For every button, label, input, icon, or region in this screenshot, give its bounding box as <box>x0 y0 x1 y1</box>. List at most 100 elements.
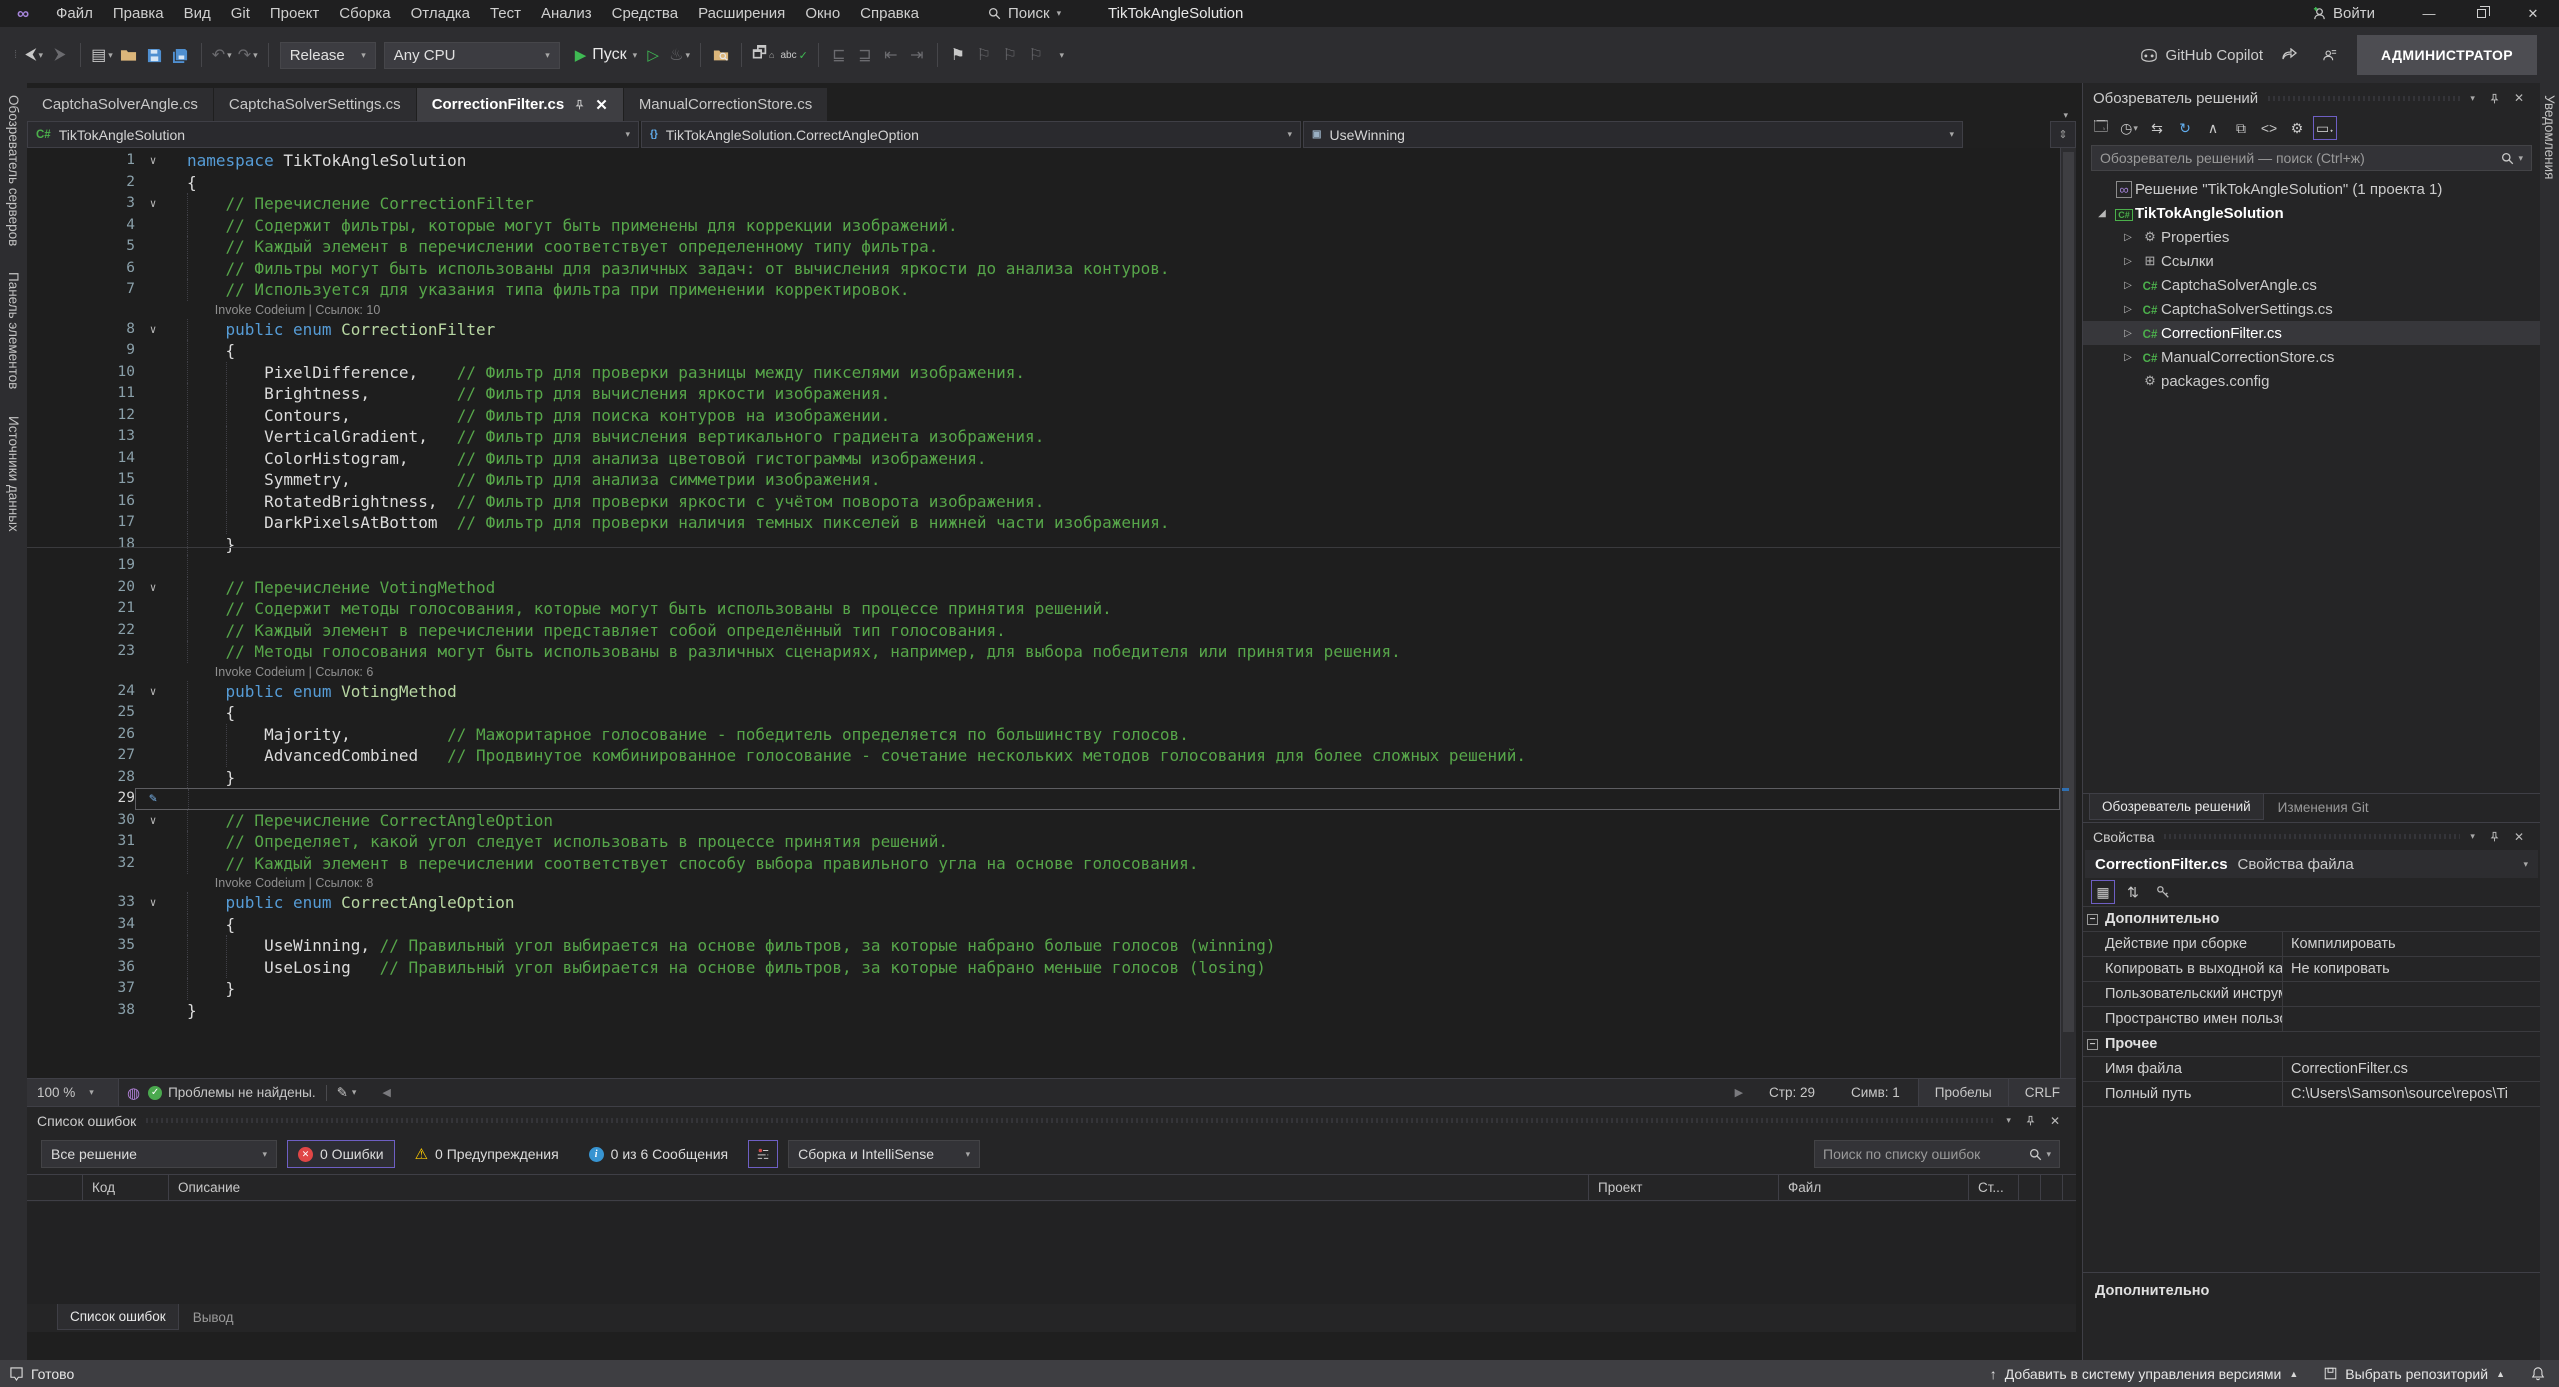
tree-expander[interactable]: ◢ <box>2091 208 2113 219</box>
decrease-indent-button[interactable]: ⇤ <box>878 38 904 72</box>
code-line-3[interactable]: 3∨// Перечисление CorrectionFilter <box>27 193 2060 215</box>
tree-item-CaptchaSolverSettings.cs[interactable]: ▷C#CaptchaSolverSettings.cs <box>2083 297 2540 321</box>
error-table-body[interactable] <box>27 1202 2076 1304</box>
restore-button[interactable] <box>2455 0 2507 27</box>
document-tab-CaptchaSolverSettings.cs[interactable]: CaptchaSolverSettings.cs <box>214 88 416 121</box>
code-line-35[interactable]: 35UseWinning, // Правильный угол выбирае… <box>27 935 2060 957</box>
property-category-Прочее[interactable]: −Прочее <box>2083 1032 2540 1057</box>
sync-with-active-document-icon[interactable]: ⇆ <box>2145 116 2169 140</box>
code-editor[interactable]: 1∨namespace TikTokAngleSolution2{3∨// Пе… <box>27 148 2060 1078</box>
collapse-box-icon[interactable]: − <box>2087 1039 2098 1050</box>
explorer-tab-Изменения Git[interactable]: Изменения Git <box>2266 794 2381 820</box>
document-health-icon[interactable]: ◍ <box>127 1084 140 1102</box>
tree-item-CorrectionFilter.cs[interactable]: ▷C#CorrectionFilter.cs <box>2083 321 2540 345</box>
fold-collapse-icon[interactable]: ∨ <box>135 150 171 172</box>
tree-expander[interactable]: ▷ <box>2117 232 2139 243</box>
warnings-filter-button[interactable]: ⚠ 0 Предупреждения <box>405 1140 569 1168</box>
column-indicator[interactable]: Симв: 1 <box>1851 1085 1900 1100</box>
share-icon[interactable] <box>2277 38 2303 72</box>
refresh-icon[interactable]: ↻ <box>2173 116 2197 140</box>
tree-item-CaptchaSolverAngle.cs[interactable]: ▷C#CaptchaSolverAngle.cs <box>2083 273 2540 297</box>
code-line-29[interactable]: 29✎ <box>27 788 2060 810</box>
bell-icon[interactable] <box>2531 1366 2545 1381</box>
pin-icon[interactable] <box>574 99 585 110</box>
column-header-Файл[interactable]: Файл <box>1779 1175 1969 1200</box>
configuration-dropdown[interactable]: Release ▾ <box>280 42 376 69</box>
fold-collapse-icon[interactable]: ∨ <box>135 193 171 215</box>
hot-reload-button[interactable]: ♨▾ <box>666 38 693 72</box>
increase-indent-button[interactable]: ⇥ <box>904 38 930 72</box>
categorized-icon[interactable]: ▦ <box>2091 880 2115 904</box>
property-row[interactable]: Копировать в выходной катаНе копировать <box>2083 957 2540 982</box>
tree-item-packages.config[interactable]: ⚙packages.config <box>2083 369 2540 393</box>
code-line-25[interactable]: 25{ <box>27 702 2060 724</box>
github-copilot-button[interactable]: GitHub Copilot <box>2140 47 2263 64</box>
document-tab-ManualCorrectionStore.cs[interactable]: ManualCorrectionStore.cs <box>624 88 827 121</box>
document-tab-CorrectionFilter.cs[interactable]: CorrectionFilter.cs✕ <box>417 88 623 121</box>
zoom-dropdown[interactable]: 100 % ▾ <box>27 1079 119 1106</box>
code-line-33[interactable]: 33∨public enum CorrectAngleOption <box>27 892 2060 914</box>
property-value[interactable] <box>2283 982 2540 1006</box>
window-position-icon[interactable]: ▾ <box>2006 1115 2011 1126</box>
property-row[interactable]: Пользовательский инструме <box>2083 982 2540 1007</box>
code-cleanup-button[interactable]: ✎▾ <box>337 1085 357 1101</box>
editor-vertical-scrollbar[interactable] <box>2060 148 2076 1078</box>
property-value[interactable]: Не копировать <box>2283 957 2540 981</box>
breadcrumb-member-dropdown[interactable]: ▣ UseWinning ▾ <box>1303 121 1963 148</box>
fold-collapse-icon[interactable]: ∨ <box>135 577 171 599</box>
scroll-left-icon[interactable]: ◀ <box>382 1086 390 1099</box>
line-ending-indicator[interactable]: CRLF <box>2008 1079 2076 1106</box>
pending-changes-filter-icon[interactable]: ◷▾ <box>2117 116 2141 140</box>
code-line-11[interactable]: 11Brightness, // Фильтр для вычисления я… <box>27 383 2060 405</box>
toggle-bookmark-button[interactable]: ⚑ <box>945 38 971 72</box>
administrator-badge[interactable]: АДМИНИСТРАТОР <box>2357 35 2537 75</box>
redo-button[interactable]: ↷▾ <box>235 38 261 72</box>
property-row[interactable]: Полный путьC:\Users\Samson\source\repos\… <box>2083 1082 2540 1107</box>
code-line-19[interactable]: 19 <box>27 555 2060 577</box>
feedback-icon[interactable] <box>2317 38 2343 72</box>
code-line-24[interactable]: 24∨public enum VotingMethod <box>27 681 2060 703</box>
undo-button[interactable]: ↶▾ <box>209 38 235 72</box>
code-line-37[interactable]: 37} <box>27 978 2060 1000</box>
property-value[interactable]: Компилировать <box>2283 932 2540 956</box>
property-row[interactable]: Действие при сборкеКомпилировать <box>2083 932 2540 957</box>
menu-item-Справка[interactable]: Справка <box>850 0 929 27</box>
new-project-button[interactable]: ▤▾ <box>88 38 116 72</box>
menu-item-Сборка[interactable]: Сборка <box>329 0 400 27</box>
filter-button[interactable] <box>748 1140 778 1168</box>
code-line-31[interactable]: 31// Определяет, какой угол следует испо… <box>27 831 2060 853</box>
start-without-debugging-button[interactable]: ▷ <box>640 38 666 72</box>
document-tab-CaptchaSolverAngle.cs[interactable]: CaptchaSolverAngle.cs <box>27 88 213 121</box>
scroll-right-icon[interactable]: ▶ <box>1735 1086 1743 1099</box>
sync-namespaces-button[interactable]: 🗗⌂ <box>749 38 777 72</box>
code-line-9[interactable]: 9{ <box>27 340 2060 362</box>
tree-item-TikTokAngleSolution[interactable]: ◢C#TikTokAngleSolution <box>2083 201 2540 225</box>
line-indicator[interactable]: Стр: 29 <box>1769 1085 1815 1100</box>
code-line-20[interactable]: 20∨// Перечисление VotingMethod <box>27 577 2060 599</box>
fold-collapse-icon[interactable]: ∨ <box>135 681 171 703</box>
column-header-blank[interactable] <box>2041 1175 2063 1200</box>
menu-item-Проект[interactable]: Проект <box>260 0 329 27</box>
code-line-5[interactable]: 5// Каждый элемент в перечислении соотве… <box>27 236 2060 258</box>
pin-icon[interactable] <box>2489 93 2500 104</box>
autohide-tab[interactable]: Панель элементов <box>6 272 21 389</box>
open-file-button[interactable] <box>116 38 142 72</box>
menu-item-Вид[interactable]: Вид <box>174 0 221 27</box>
autohide-tab[interactable]: Обозреватель серверов <box>6 95 21 246</box>
panel-tab-Список ошибок[interactable]: Список ошибок <box>57 1304 179 1330</box>
code-line-7[interactable]: 7// Используется для указания типа фильт… <box>27 279 2060 301</box>
codelens-text[interactable]: Invoke Codeium | Ссылок: 8 <box>171 874 373 892</box>
window-position-icon[interactable]: ▾ <box>2470 831 2475 842</box>
column-header-Ст...[interactable]: Ст... <box>1969 1175 2019 1200</box>
collapse-all-icon[interactable]: ∧ <box>2201 116 2225 140</box>
quick-search[interactable]: Поиск ▾ <box>988 0 1061 27</box>
code-line-36[interactable]: 36UseLosing // Правильный угол выбираетс… <box>27 957 2060 979</box>
close-icon[interactable]: ✕ <box>595 96 608 114</box>
minimize-button[interactable]: — <box>2403 0 2455 27</box>
code-line-2[interactable]: 2{ <box>27 172 2060 194</box>
tab-notifications[interactable]: Уведомления <box>2542 95 2557 179</box>
tree-expander[interactable]: ▷ <box>2117 304 2139 315</box>
properties-icon[interactable]: ⚙ <box>2285 116 2309 140</box>
close-icon[interactable]: ✕ <box>2514 91 2524 105</box>
property-row[interactable]: Имя файлаCorrectionFilter.cs <box>2083 1057 2540 1082</box>
